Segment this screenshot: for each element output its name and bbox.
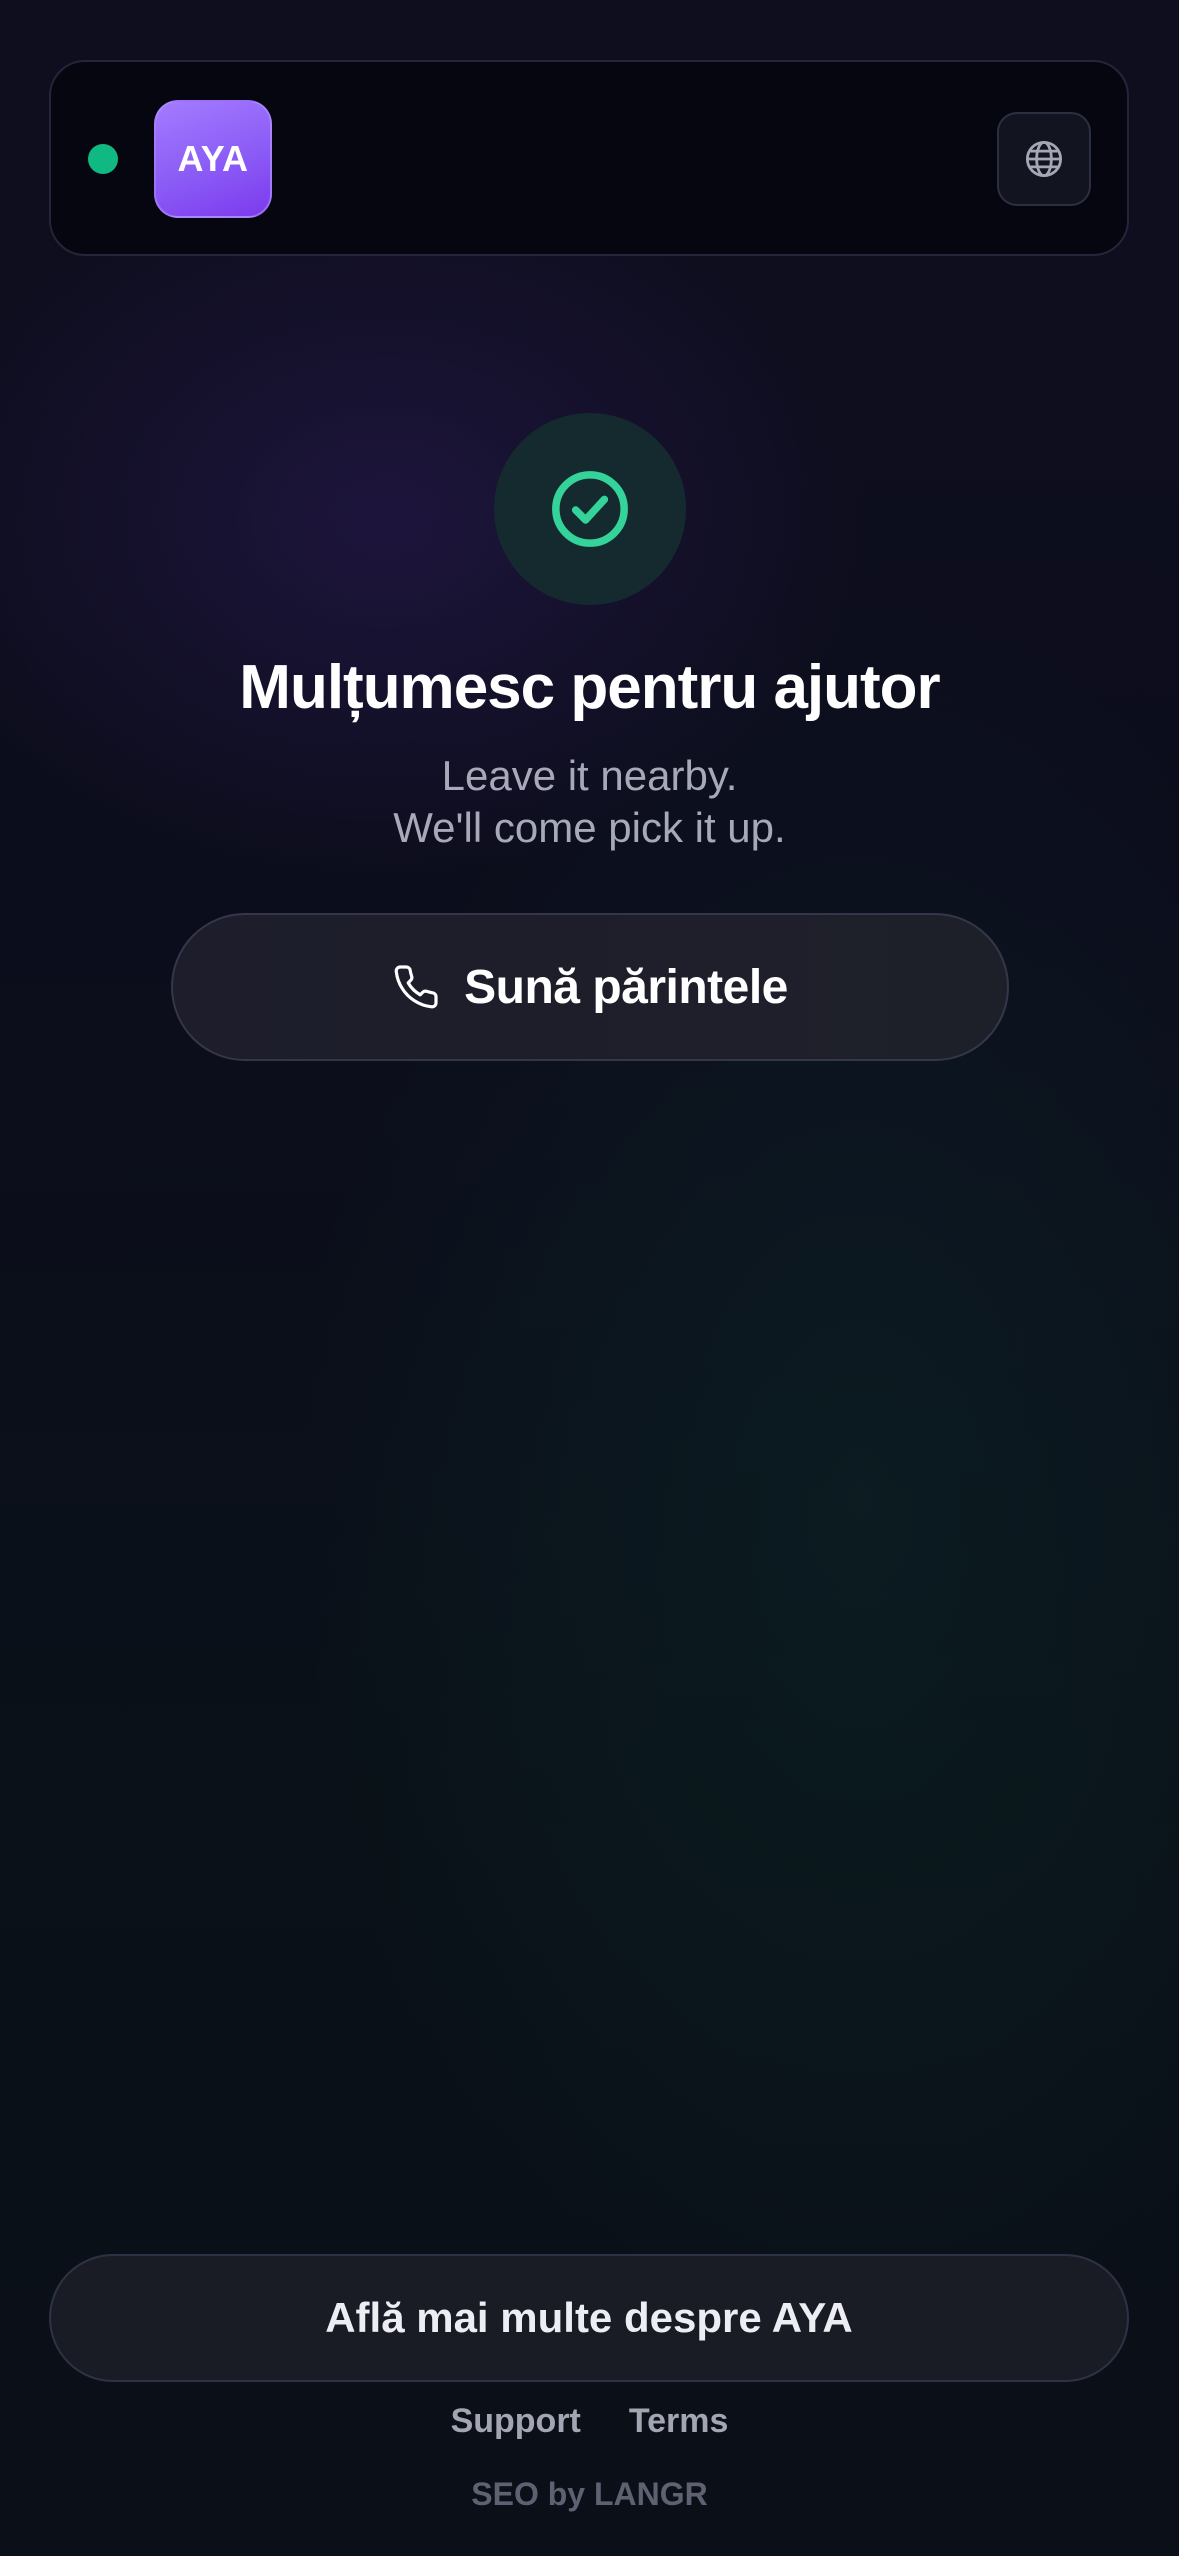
call-parent-label: Sună părintele xyxy=(464,960,788,1014)
online-status-dot xyxy=(88,144,118,174)
page-title: Mulțumesc pentru ajutor xyxy=(239,653,940,722)
call-parent-button[interactable]: Sună părintele xyxy=(171,913,1009,1061)
language-button[interactable] xyxy=(997,112,1091,206)
instructions-text: Leave it nearby. We'll come pick it up. xyxy=(0,750,1179,854)
instructions-line-1: Leave it nearby. xyxy=(441,752,738,799)
globe-icon xyxy=(1025,140,1063,178)
check-circle-icon xyxy=(552,471,628,547)
footer-links: Support Terms xyxy=(0,2402,1179,2441)
phone-icon xyxy=(392,963,440,1011)
success-badge xyxy=(494,413,686,605)
aya-logo[interactable]: AYA xyxy=(154,100,272,218)
instructions-line-2: We'll come pick it up. xyxy=(393,804,786,851)
terms-link[interactable]: Terms xyxy=(629,2402,729,2441)
support-link[interactable]: Support xyxy=(451,2402,581,2441)
credit-text: SEO by LANGR xyxy=(471,2476,708,2512)
top-bar: AYA xyxy=(49,60,1129,256)
learn-more-button[interactable]: Află mai multe despre AYA xyxy=(49,2254,1129,2382)
